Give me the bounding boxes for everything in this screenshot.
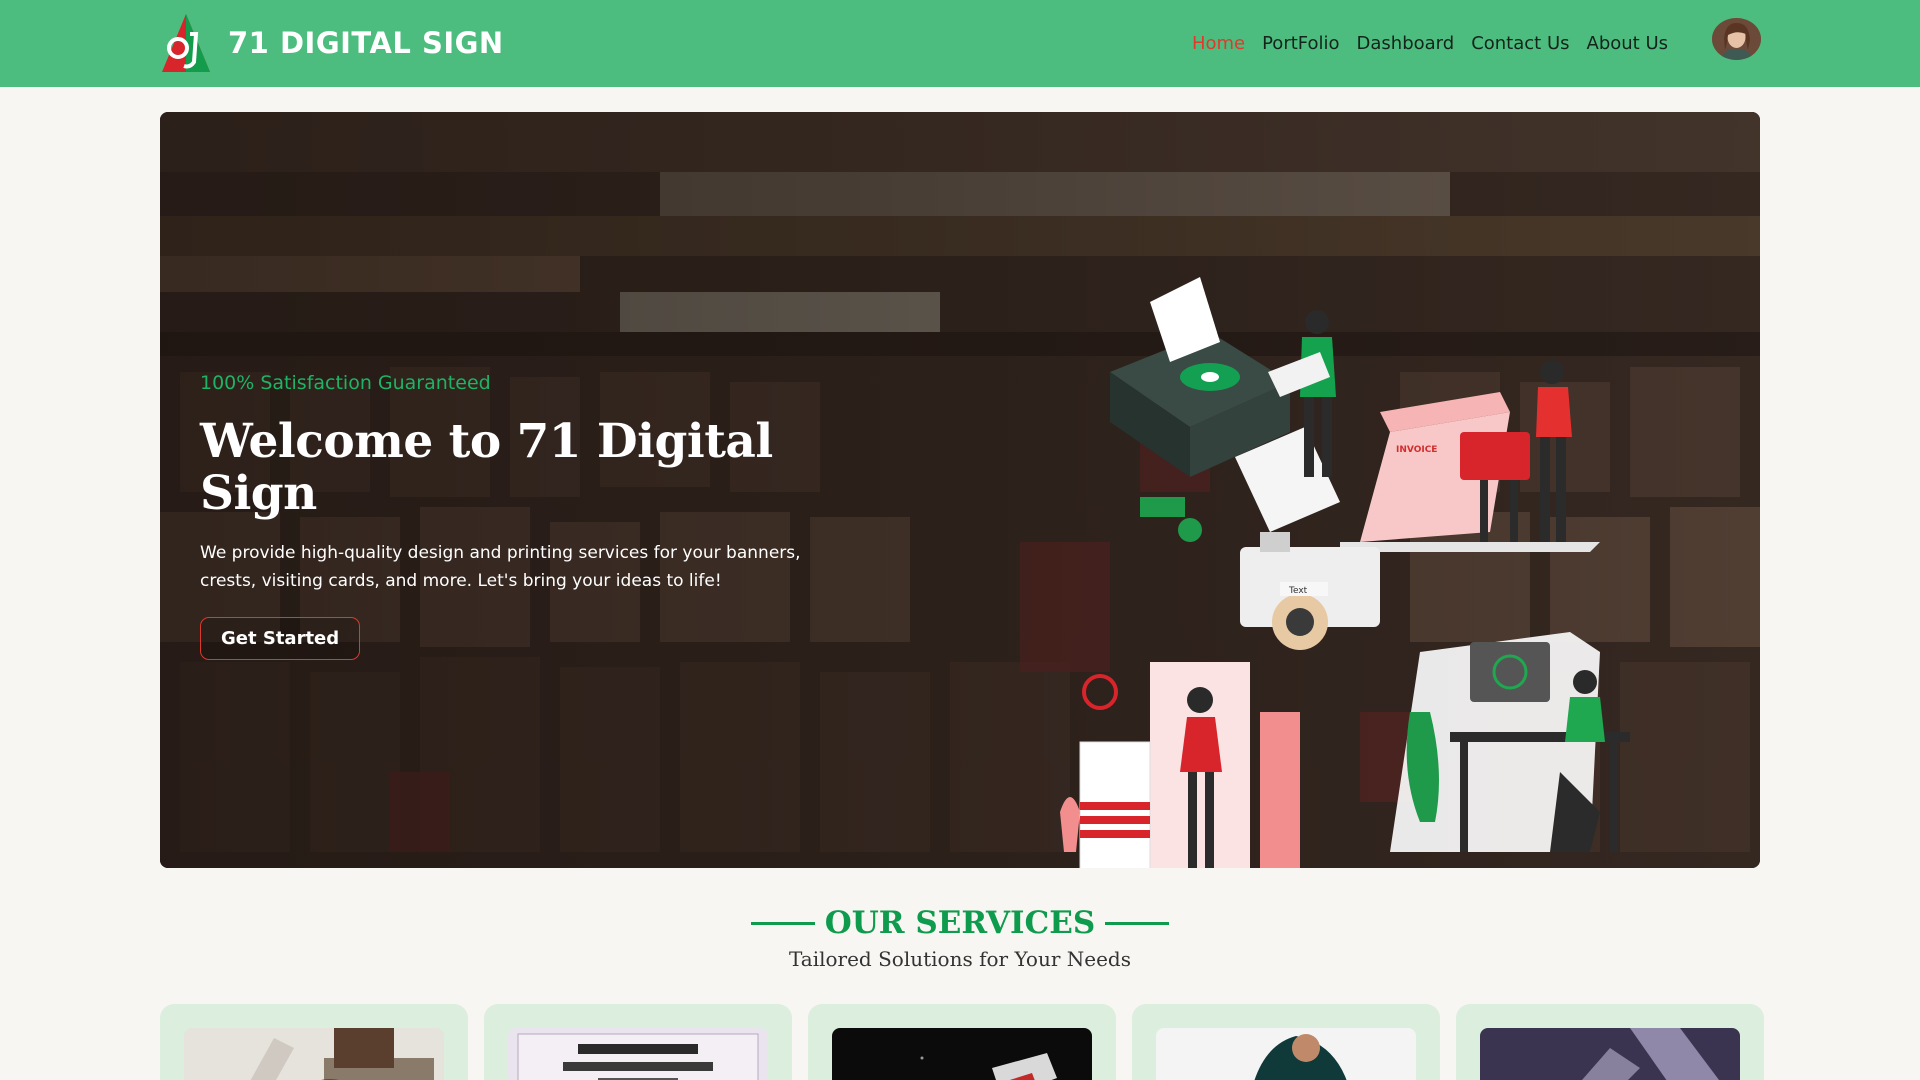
invoice-machine: INVOICE [1340,360,1600,552]
main-nav: Home PortFolio Dashboard Contact Us Abou… [1192,0,1668,87]
title-rule-left [750,921,815,925]
hero-content: 100% Satisfaction Guaranteed Welcome to … [200,372,840,661]
certificate-photo [508,1028,768,1080]
service-card-banner[interactable] [160,1004,468,1080]
services-title: OUR SERVICES [824,905,1096,941]
banner-photo [184,1028,444,1080]
navbar: 71 DIGITAL SIGN Home PortFolio Dashboard… [0,0,1920,87]
copier-workstation [1060,662,1300,868]
71-logo-icon [162,14,210,72]
service-card-crest[interactable] [808,1004,1116,1080]
laptop-desk [1390,632,1630,852]
brand-name: 71 DIGITAL SIGN [228,26,504,60]
services-header: OUR SERVICES Tailored Solutions for Your… [0,905,1920,971]
designer-desk: Text [1240,532,1380,650]
crest-photo [832,1028,1092,1080]
nav-about-us[interactable]: About Us [1587,33,1669,54]
service-card-certificate[interactable] [484,1004,792,1080]
hero-title: Welcome to 71 Digital Sign [200,414,773,521]
mug-photo [1156,1028,1416,1080]
brand[interactable]: 71 DIGITAL SIGN [160,10,504,76]
text-card-label: Text [1288,586,1308,596]
service-card-glass[interactable] [1456,1004,1764,1080]
nav-portfolio[interactable]: PortFolio [1262,33,1339,54]
glass-photo [1480,1028,1740,1080]
title-rule-right [1105,921,1170,925]
nav-contact-us[interactable]: Contact Us [1471,33,1569,54]
get-started-button[interactable]: Get Started [200,617,361,661]
nav-dashboard[interactable]: Dashboard [1357,33,1455,54]
nav-home[interactable]: Home [1192,33,1245,54]
user-avatar-icon[interactable] [1712,18,1761,60]
printing-office-illustration: INVOICE Text [1060,277,1630,868]
service-card-mug[interactable] [1132,1004,1440,1080]
service-cards [160,1004,1764,1080]
services-title-row: OUR SERVICES [0,905,1920,941]
invoice-label: INVOICE [1396,445,1437,455]
services-subtitle: Tailored Solutions for Your Needs [788,947,1131,971]
hero-tagline: 100% Satisfaction Guaranteed [200,372,491,394]
hero-description: We provide high-quality design and print… [200,543,801,592]
hero-banner: INVOICE Text 100% Satisfaction Guarantee… [160,112,1760,868]
